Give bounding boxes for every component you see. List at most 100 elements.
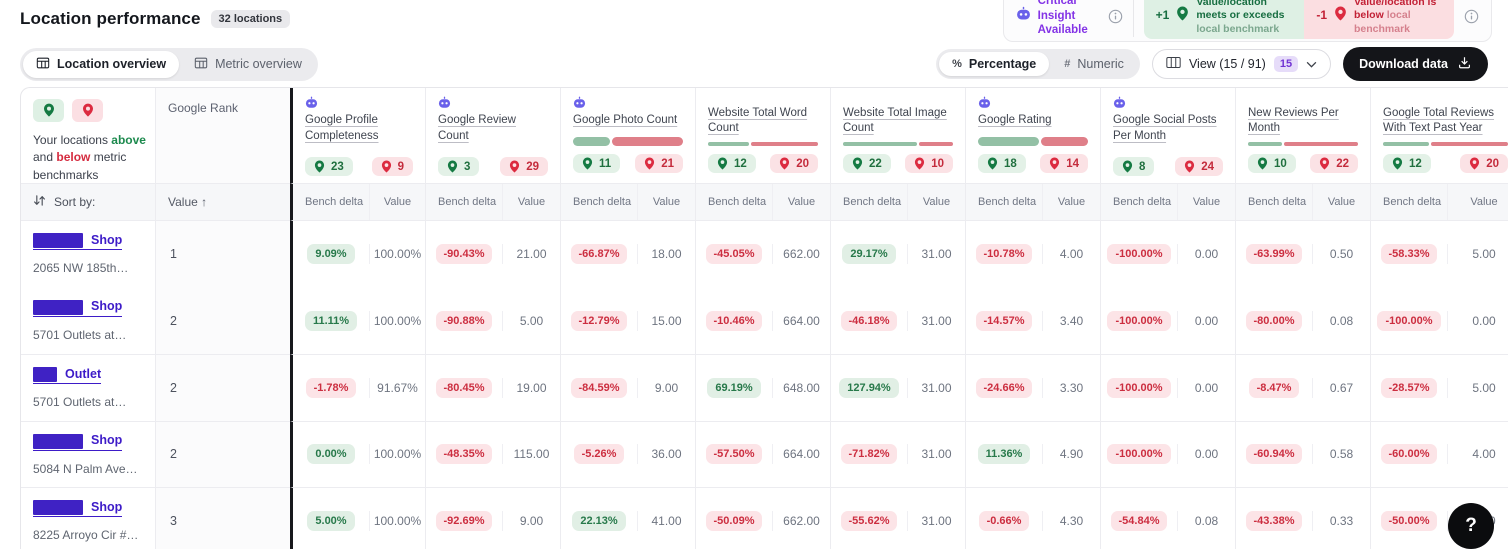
metric-cell-website-total-image-count: -55.62% 31.00 [830,487,965,549]
bench-delta-cell: -45.05% [696,244,773,264]
metric-name[interactable]: Google Rating [978,113,1088,129]
toggle-numeric[interactable]: # Numeric [1051,52,1137,76]
critical-insight-chip[interactable]: Critical Insight Available [1016,0,1098,38]
bench-delta-cell: 11.36% [966,444,1043,464]
table-icon [194,56,208,73]
google-rank-value: 3 [156,487,290,549]
value-cell: 91.67% [370,381,425,395]
brand-label: Shop [91,299,122,313]
bench-delta-pill: -63.99% [1246,244,1303,264]
bench-delta-pill: -5.26% [574,444,625,464]
tab-location-overview[interactable]: Location overview [23,51,179,78]
metric-name[interactable]: Google Photo Count [573,113,683,129]
bench-delta-cell: -80.00% [1236,311,1313,331]
view-columns-button[interactable]: View (15 / 91) 15 [1152,49,1331,79]
bench-delta-pill: 127.94% [839,378,898,398]
value-cell: 648.00 [773,381,830,395]
insight-robot-icon [1113,96,1223,111]
metric-name[interactable]: Google Review Count [438,113,548,144]
info-icon[interactable] [1464,9,1479,24]
bench-delta-cell: -43.38% [1236,511,1313,531]
redacted-brand-name [33,233,83,248]
help-button[interactable]: ? [1448,503,1494,549]
bench-delta-pill: -57.50% [706,444,763,464]
bench-delta-header: Bench delta [1101,184,1178,220]
pin-icon [1334,6,1347,26]
sort-by-cell: Sort by: [21,183,156,221]
bench-delta-pill: -54.84% [1111,511,1168,531]
bench-delta-cell: -57.50% [696,444,773,464]
value-cell: 100.00% [370,447,425,461]
metric-cell-google-photo-count: -5.26% 36.00 [560,421,695,488]
metric-cell-new-reviews-per-month: -8.47% 0.67 [1235,354,1370,421]
metric-name[interactable]: Google Social Posts Per Month [1113,113,1223,144]
subheader-website-total-word-count: Bench delta Value [695,183,830,221]
metric-cell-google-social-posts-per-month: -100.00% 0.00 [1100,421,1235,488]
location-address: 5084 N Palm Ave… [33,462,147,476]
value-cell: 4.30 [1043,514,1100,528]
metric-header-website-total-word-count: Website Total Word Count 12 20 [695,88,830,183]
above-count-pill: 18 [978,154,1026,173]
bench-delta-pill: -50.00% [1381,511,1438,531]
bench-delta-pill: -46.18% [841,311,898,331]
location-performance-page: Location performance 32 locations Critic… [0,0,1508,549]
metric-cell-google-photo-count: -66.87% 18.00 [560,221,695,288]
metric-name[interactable]: New Reviews Per Month [1248,106,1358,137]
location-link[interactable]: Shop [33,499,122,517]
below-count-pill: 9 [372,157,413,176]
location-link[interactable]: Shop [33,232,122,250]
info-icon[interactable] [1108,9,1123,24]
pin-icon [1176,6,1189,26]
metric-cell-website-total-word-count: 69.19% 648.00 [695,354,830,421]
value-cell: 31.00 [908,381,965,395]
icon-placeholder [708,96,818,104]
toggle-percentage[interactable]: % Percentage [939,52,1049,76]
metric-cell-google-review-count: -92.69% 9.00 [425,487,560,549]
metric-cell-website-total-image-count: 29.17% 31.00 [830,221,965,288]
bench-delta-pill: -92.69% [436,511,493,531]
bench-delta-cell: -0.66% [966,511,1043,531]
metric-cell-google-total-reviews-with-text-past-year: -58.33% 5.00 [1370,221,1508,288]
download-data-button[interactable]: Download data [1343,47,1488,81]
bench-delta-cell: 9.09% [293,244,370,264]
bench-delta-cell: -100.00% [1371,311,1448,331]
selected-columns-badge: 15 [1274,56,1298,72]
subheader-google-photo-count: Bench delta Value [560,183,695,221]
metric-name[interactable]: Website Total Image Count [843,106,953,137]
location-link[interactable]: Shop [33,433,122,451]
metric-name[interactable]: Google Total Reviews With Text Past Year [1383,106,1508,137]
rank-sort-header[interactable]: Value ↑ [156,183,290,221]
insight-robot-icon [978,96,1088,111]
format-toggle: % Percentage # Numeric [936,49,1140,79]
value-cell: 5.00 [1448,247,1508,261]
metric-cell-google-social-posts-per-month: -100.00% 0.00 [1100,288,1235,355]
icon-placeholder [843,96,953,104]
location-link[interactable]: Outlet [33,366,101,384]
metric-cell-new-reviews-per-month: -43.38% 0.33 [1235,487,1370,549]
bench-delta-pill: -58.33% [1381,244,1438,264]
page-header: Location performance 32 locations Critic… [20,0,1488,40]
metric-cell-website-total-word-count: -45.05% 662.00 [695,221,830,288]
value-cell: 4.00 [1043,247,1100,261]
benchmark-legend: +1 Value/location meets or exceeds local… [1144,0,1454,39]
metric-cell-website-total-image-count: 127.94% 31.00 [830,354,965,421]
metric-name[interactable]: Google Profile Completeness [305,113,413,144]
bench-delta-cell: -8.47% [1236,378,1313,398]
google-rank-value: 2 [156,354,290,421]
bench-delta-cell: -92.69% [426,511,503,531]
value-header: Value [1178,184,1235,220]
tab-metric-overview[interactable]: Metric overview [181,51,315,78]
metric-header-website-total-image-count: Website Total Image Count 22 10 [830,88,965,183]
metric-cell-google-photo-count: 22.13% 41.00 [560,487,695,549]
value-cell: 41.00 [638,514,695,528]
metric-name[interactable]: Website Total Word Count [708,106,818,137]
value-cell: 0.00 [1178,381,1235,395]
bench-delta-pill: -1.78% [306,378,357,398]
download-icon [1457,55,1472,73]
table-icon [36,56,50,73]
bench-delta-pill: -80.45% [436,378,493,398]
value-header: Value [638,184,695,220]
location-link[interactable]: Shop [33,299,122,317]
bench-delta-pill: -12.79% [571,311,628,331]
metric-cell-google-rating: -14.57% 3.40 [965,288,1100,355]
